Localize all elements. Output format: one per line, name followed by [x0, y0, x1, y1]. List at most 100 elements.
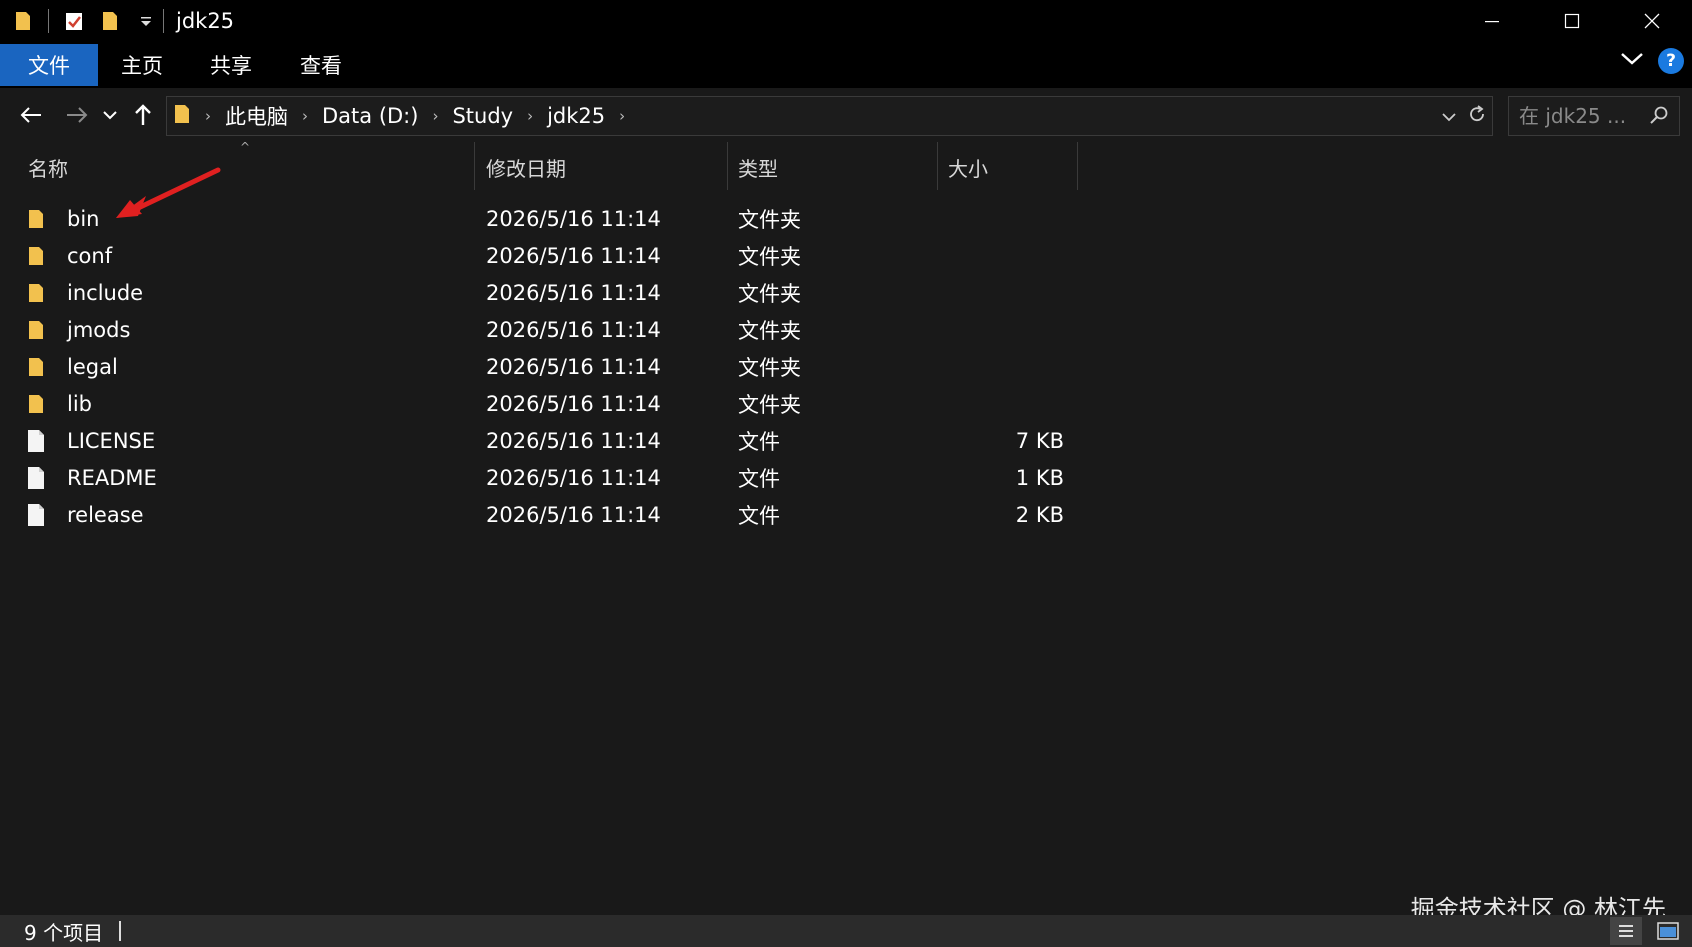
- file-icon: [26, 428, 46, 454]
- file-type: 文件: [738, 503, 780, 528]
- folder-icon: [26, 243, 46, 269]
- customize-toolbar-icon[interactable]: [135, 8, 157, 34]
- file-date: 2026/5/16 11:14: [486, 317, 661, 342]
- file-size: 1 KB: [1015, 465, 1064, 490]
- refresh-icon[interactable]: [1468, 105, 1486, 127]
- minimize-button[interactable]: [1452, 0, 1532, 42]
- file-name: bin: [67, 206, 100, 231]
- tab-home[interactable]: 主页: [110, 44, 174, 86]
- breadcrumb-study[interactable]: Study ›: [452, 104, 547, 128]
- toolbar-divider: [48, 9, 49, 33]
- list-item[interactable]: release 2026/5/16 11:14 文件 2 KB: [26, 496, 1076, 533]
- forward-arrow-icon[interactable]: [60, 96, 94, 134]
- breadcrumb-data-drive[interactable]: Data (D:) ›: [322, 104, 452, 128]
- ribbon-right-controls: ?: [1620, 48, 1684, 74]
- file-name: README: [67, 465, 157, 490]
- expand-ribbon-icon[interactable]: [1620, 51, 1644, 71]
- file-icon: [26, 465, 46, 491]
- file-date: 2026/5/16 11:14: [486, 391, 661, 416]
- file-name: legal: [67, 354, 118, 379]
- list-item[interactable]: LICENSE 2026/5/16 11:14 文件 7 KB: [26, 422, 1076, 459]
- column-header-date[interactable]: 修改日期: [476, 142, 726, 192]
- search-input[interactable]: [1519, 104, 1637, 128]
- ribbon-tabs: 文件 主页 共享 查看 ?: [0, 42, 1692, 88]
- search-box[interactable]: [1508, 96, 1680, 136]
- list-item[interactable]: jmods 2026/5/16 11:14 文件夹: [26, 311, 1076, 348]
- up-arrow-icon[interactable]: [130, 96, 156, 134]
- title-bar: jdk25: [0, 0, 1692, 42]
- file-date: 2026/5/16 11:14: [486, 206, 661, 231]
- address-bar[interactable]: › 此电脑 › Data (D:) › Study › jdk25 ›: [166, 96, 1493, 136]
- tab-view[interactable]: 查看: [286, 44, 356, 86]
- file-type: 文件: [738, 466, 780, 491]
- help-button[interactable]: ?: [1658, 48, 1684, 74]
- file-type: 文件夹: [738, 392, 801, 417]
- toolbar-divider: [163, 9, 164, 33]
- breadcrumb-this-pc[interactable]: 此电脑 ›: [225, 101, 322, 131]
- close-button[interactable]: [1612, 0, 1692, 42]
- details-view-icon[interactable]: [1610, 917, 1642, 945]
- status-bar: 9 个项目: [0, 915, 1692, 947]
- window-controls: [1452, 0, 1692, 42]
- file-name: release: [67, 502, 144, 527]
- folder-icon: [26, 354, 46, 380]
- file-date: 2026/5/16 11:14: [486, 243, 661, 268]
- large-icons-view-icon[interactable]: [1652, 917, 1684, 945]
- properties-icon[interactable]: [63, 8, 85, 34]
- folder-icon: [26, 391, 46, 417]
- file-size: 7 KB: [1015, 428, 1064, 453]
- list-item[interactable]: lib 2026/5/16 11:14 文件夹: [26, 385, 1076, 422]
- view-switcher: [1610, 917, 1684, 945]
- file-type: 文件夹: [738, 244, 801, 269]
- quick-access-toolbar: [0, 0, 172, 42]
- chevron-right-icon[interactable]: ›: [302, 107, 308, 125]
- chevron-right-icon[interactable]: ›: [619, 107, 625, 125]
- folder-icon: [26, 280, 46, 306]
- back-arrow-icon[interactable]: [14, 96, 48, 134]
- file-type: 文件夹: [738, 207, 801, 232]
- file-name: LICENSE: [67, 428, 156, 453]
- file-name: include: [67, 280, 144, 305]
- chevron-right-icon[interactable]: ›: [527, 107, 533, 125]
- file-type: 文件夹: [738, 318, 801, 343]
- list-item[interactable]: conf 2026/5/16 11:14 文件夹: [26, 237, 1076, 274]
- file-size: 2 KB: [1015, 502, 1064, 527]
- file-icon: [26, 502, 46, 528]
- chevron-right-icon[interactable]: ›: [205, 107, 211, 125]
- column-divider[interactable]: [474, 142, 475, 190]
- chevron-right-icon[interactable]: ›: [432, 107, 438, 125]
- new-folder-icon[interactable]: [99, 8, 121, 34]
- tab-share[interactable]: 共享: [196, 44, 266, 86]
- search-icon[interactable]: [1649, 105, 1669, 129]
- tab-file[interactable]: 文件: [0, 44, 98, 86]
- file-date: 2026/5/16 11:14: [486, 428, 661, 453]
- file-name: conf: [67, 243, 113, 268]
- window-title: jdk25: [176, 9, 235, 33]
- breadcrumb-jdk25[interactable]: jdk25 ›: [547, 104, 639, 128]
- column-header-type[interactable]: 类型: [728, 142, 936, 192]
- list-item[interactable]: include 2026/5/16 11:14 文件夹: [26, 274, 1076, 311]
- file-type: 文件: [738, 429, 780, 454]
- status-divider: [119, 921, 122, 941]
- folder-icon: [12, 8, 34, 34]
- folder-icon: [173, 103, 191, 129]
- file-date: 2026/5/16 11:14: [486, 465, 661, 490]
- file-name: lib: [67, 391, 92, 416]
- column-header-name[interactable]: 名称: [18, 142, 474, 192]
- recent-locations-icon[interactable]: [100, 96, 120, 134]
- annotation-arrow-icon: [112, 166, 222, 226]
- maximize-button[interactable]: [1532, 0, 1612, 42]
- list-item[interactable]: README 2026/5/16 11:14 文件 1 KB: [26, 459, 1076, 496]
- address-dropdown-icon[interactable]: [1442, 107, 1456, 126]
- file-date: 2026/5/16 11:14: [486, 354, 661, 379]
- column-header-size[interactable]: 大小: [938, 142, 1076, 192]
- file-type: 文件夹: [738, 281, 801, 306]
- folder-icon: [26, 206, 46, 232]
- file-date: 2026/5/16 11:14: [486, 502, 661, 527]
- file-type: 文件夹: [738, 355, 801, 380]
- column-divider[interactable]: [1077, 142, 1078, 190]
- list-item[interactable]: legal 2026/5/16 11:14 文件夹: [26, 348, 1076, 385]
- file-name: jmods: [67, 317, 131, 342]
- file-date: 2026/5/16 11:14: [486, 280, 661, 305]
- navigation-bar: › 此电脑 › Data (D:) › Study › jdk25 ›: [0, 88, 1692, 142]
